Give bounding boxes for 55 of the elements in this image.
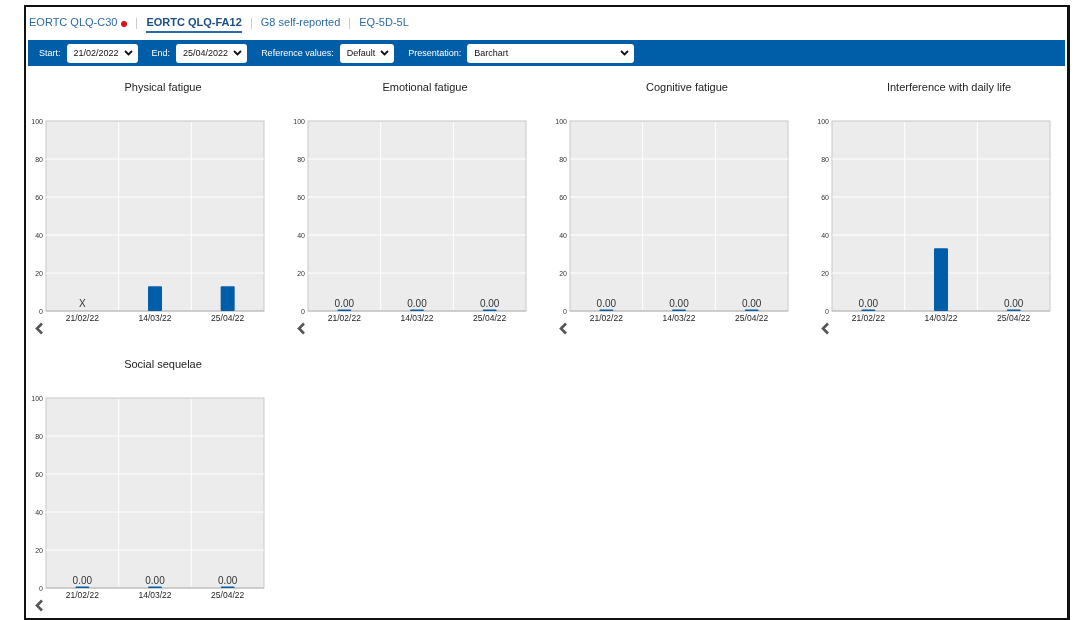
- x-tick-label: 21/02/22: [851, 313, 885, 323]
- chart-title: Cognitive fatigue: [645, 81, 729, 95]
- tab[interactable]: EORTC QLQ-C30: [29, 16, 118, 33]
- previous-button[interactable]: [296, 322, 308, 336]
- x-tick-label: 25/04/22: [735, 313, 769, 323]
- value-label: 0.00: [596, 298, 617, 309]
- x-tick-label: 21/02/22: [589, 313, 623, 323]
- previous-button[interactable]: [820, 322, 832, 336]
- chevron-down-icon: [620, 50, 630, 56]
- value-label: 0.00: [407, 298, 427, 309]
- chevron-down-icon: [123, 50, 133, 56]
- presentation-select[interactable]: Barchart: [467, 43, 635, 63]
- x-tick-label: 14/03/22: [662, 313, 696, 323]
- chart-title: Social sequelae: [123, 358, 203, 372]
- value-label: 0.00: [669, 298, 689, 309]
- value-label: 0.00: [72, 575, 93, 586]
- x-tick-label: 25/04/22: [211, 590, 245, 600]
- x-tick-label: 21/02/22: [327, 313, 361, 323]
- x-tick-label: 25/04/22: [473, 313, 507, 323]
- field-label: Presentation:: [408, 48, 462, 58]
- chart-title: Emotional fatigue: [381, 81, 469, 95]
- field-label: End:: [151, 48, 171, 58]
- x-tick-label: 21/02/22: [65, 313, 99, 323]
- bar: [148, 286, 162, 311]
- value-label: 0.00: [1003, 298, 1024, 309]
- previous-button[interactable]: [34, 599, 46, 613]
- x-tick-label: 14/03/22: [400, 313, 434, 323]
- value-label: X: [79, 298, 86, 309]
- x-tick-label: 14/03/22: [138, 590, 172, 600]
- value-label: 0.00: [741, 298, 762, 309]
- tab[interactable]: G8 self-reported: [260, 16, 341, 33]
- x-tick-label: 25/04/22: [997, 313, 1031, 323]
- end-date-select[interactable]: 25/04/2022: [176, 43, 248, 63]
- x-tick-label: 21/02/22: [65, 590, 99, 600]
- field-label: Start:: [39, 48, 61, 58]
- value-label: 0.00: [145, 575, 165, 586]
- reference-values-select[interactable]: Default: [339, 43, 395, 63]
- x-tick-label: 14/03/22: [924, 313, 958, 323]
- tab[interactable]: EORTC QLQ-FA12: [146, 16, 242, 33]
- field-label: Reference values:: [261, 48, 334, 58]
- value-label: 0.00: [217, 575, 238, 586]
- previous-button[interactable]: [34, 322, 46, 336]
- previous-button[interactable]: [558, 322, 570, 336]
- x-tick-label: 14/03/22: [138, 313, 172, 323]
- chart-title: Interference with daily life: [885, 81, 1013, 95]
- tab[interactable]: EQ-5D-5L: [359, 16, 409, 33]
- chevron-down-icon: [380, 50, 390, 56]
- chevron-down-icon: [233, 50, 243, 56]
- chart-title: Physical fatigue: [123, 81, 203, 95]
- value-label: 0.00: [479, 298, 500, 309]
- value-label: 0.00: [858, 298, 879, 309]
- x-tick-label: 25/04/22: [211, 313, 245, 323]
- value-label: 0.00: [334, 298, 355, 309]
- start-date-select[interactable]: 21/02/2022: [66, 43, 138, 63]
- bar: [934, 248, 948, 311]
